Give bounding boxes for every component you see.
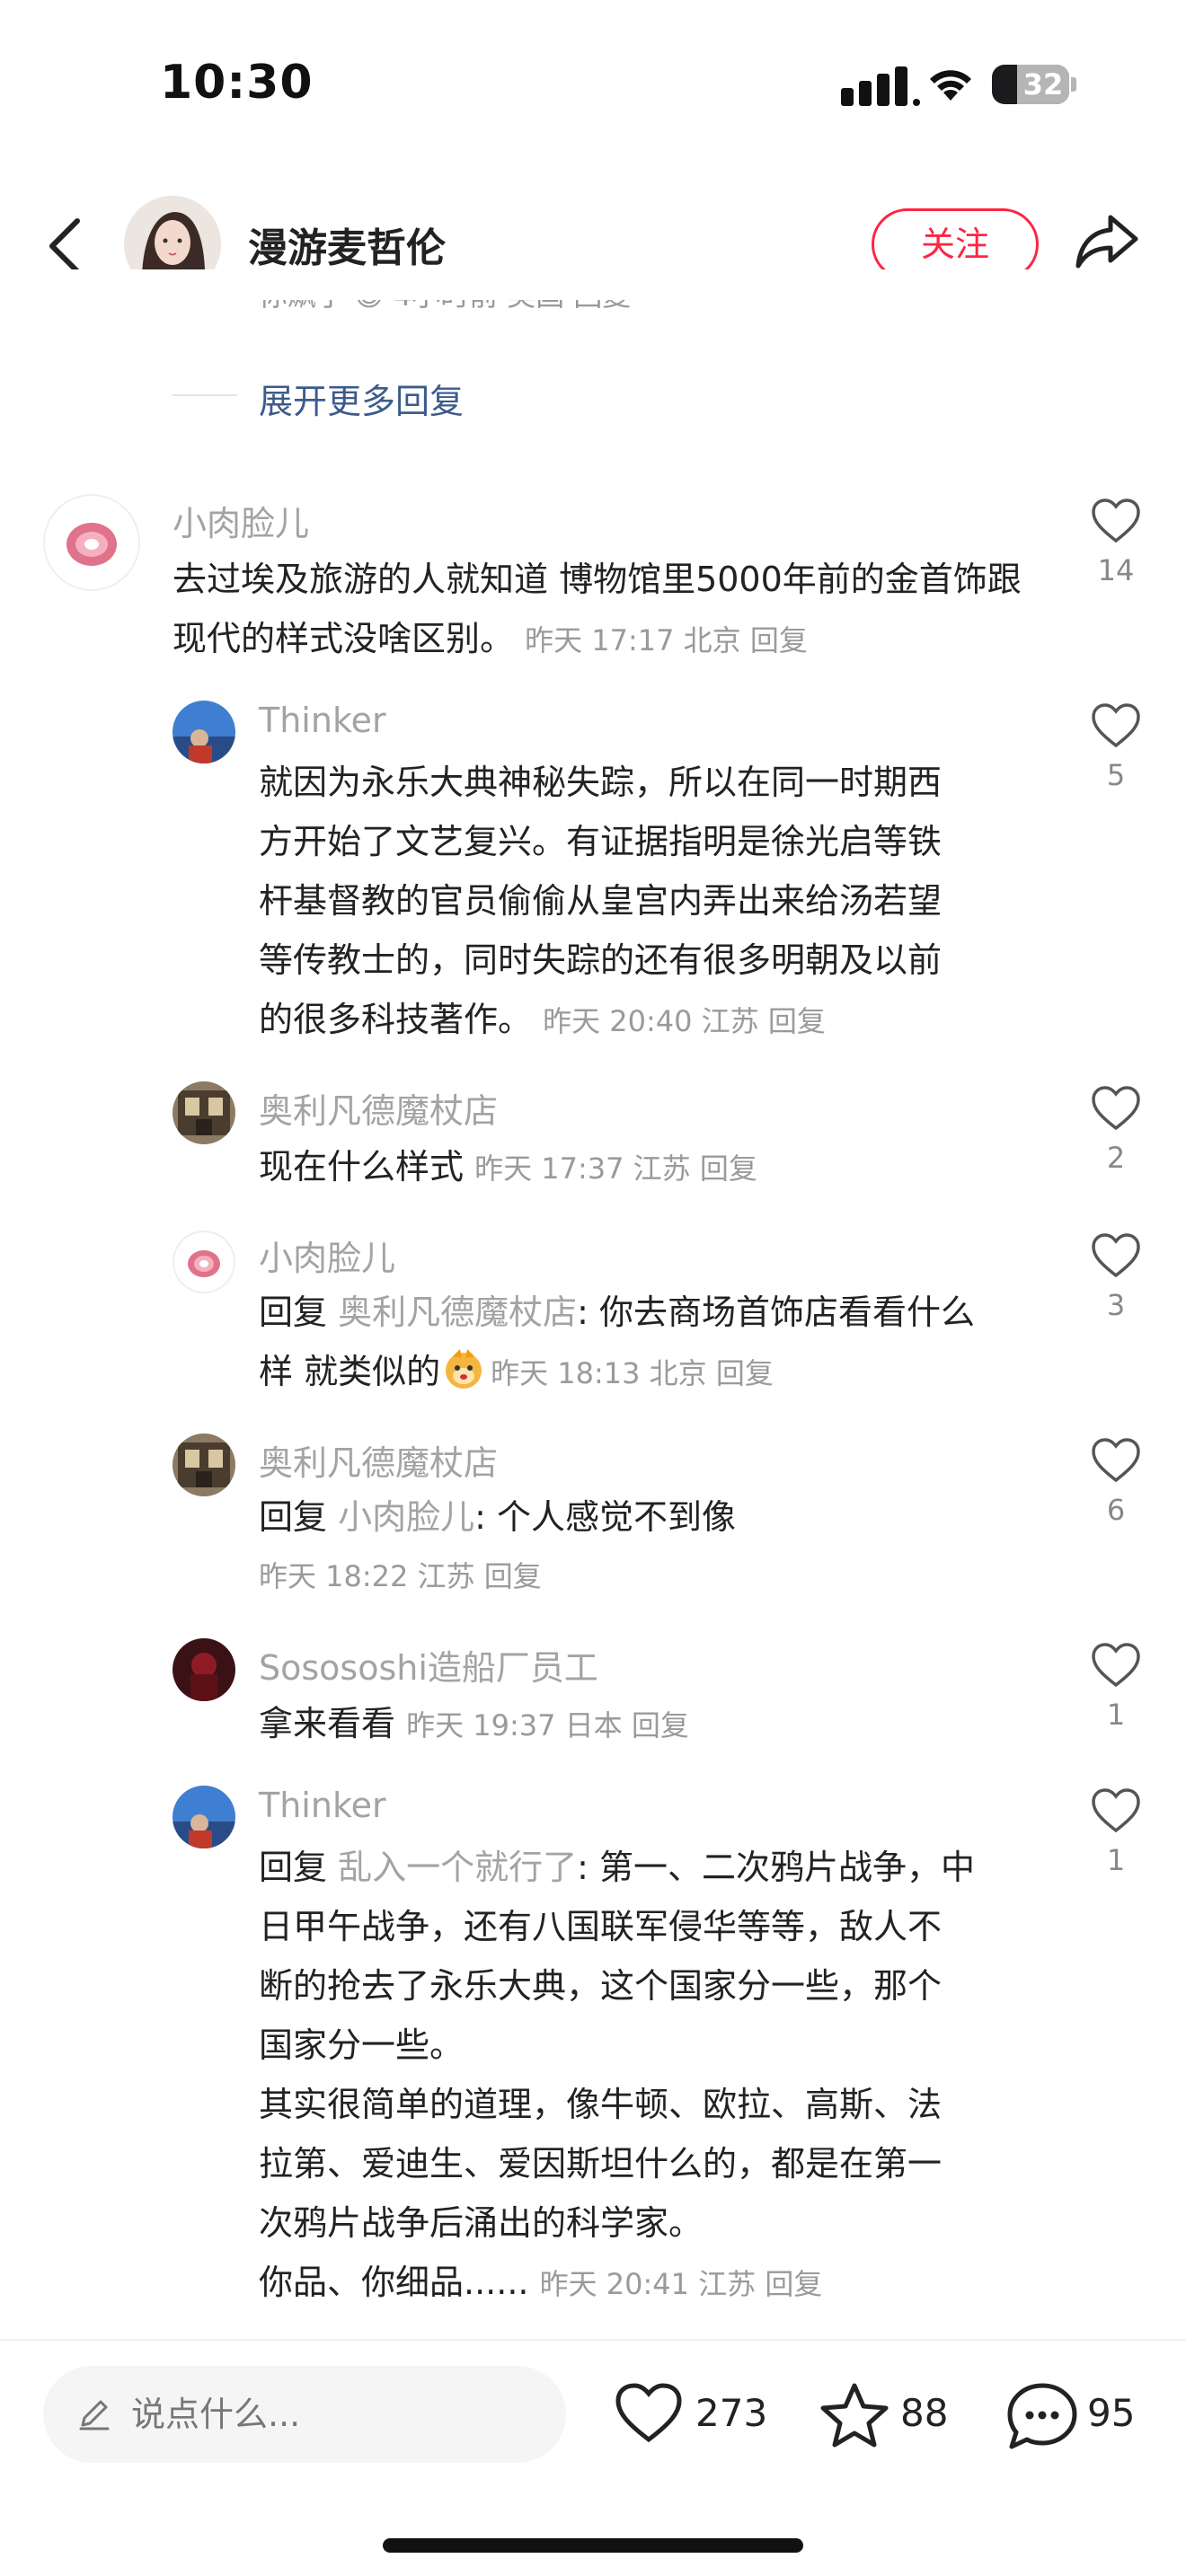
reply-body: 拿来看看 昨天 19:37 日本 回复 (259, 1694, 1049, 1755)
reply-line: 等传教士的，同时失踪的还有很多明朝及以前 (259, 940, 943, 980)
reply-line: 样 就类似的 (259, 1352, 441, 1391)
like-count: 3 (1106, 1288, 1126, 1322)
battery-icon: 32 (992, 65, 1069, 104)
like-control[interactable]: 2 (1089, 1085, 1143, 1175)
like-count: 6 (1106, 1493, 1126, 1527)
reply-author[interactable]: 小肉脸儿 (259, 1231, 395, 1280)
wifi-icon (930, 70, 971, 101)
avatar[interactable] (173, 1081, 235, 1144)
heart-icon[interactable] (1091, 702, 1141, 749)
avatar[interactable] (173, 1434, 235, 1496)
reply-prefix: 回复 (259, 1292, 339, 1332)
reply-line: 就因为永乐大典神秘失踪，所以在同一时期西 (259, 763, 943, 802)
reply-body: 现在什么样式 昨天 17:37 江苏 回复 (259, 1137, 1049, 1198)
reply-author[interactable]: 奥利凡德魔杖店 (259, 1435, 498, 1485)
expand-more-replies[interactable]: 展开更多回复 (259, 374, 464, 423)
like-control[interactable]: 6 (1089, 1437, 1143, 1527)
reply-meta[interactable]: 昨天 17:37 江苏 回复 (474, 1151, 757, 1186)
reply-line: 国家分一些。 (259, 2025, 465, 2065)
reply-line: 次鸦片战争后涌出的科学家。 (259, 2203, 704, 2243)
heart-icon[interactable] (1091, 498, 1141, 544)
expand-divider (173, 394, 237, 396)
reply-body: 回复 奥利凡德魔杖店: 你去商场首饰店看看什么 样 就类似的 昨天 18:13 北… (259, 1283, 1049, 1403)
like-total: 273 (695, 2391, 768, 2435)
comment-button[interactable]: 95 (1006, 2382, 1150, 2450)
like-control[interactable]: 5 (1089, 702, 1143, 792)
reply-line: 方开始了文艺复兴。有证据指明是徐光启等铁 (259, 822, 943, 861)
reply-line: : 你去商场首饰店看看什么 (577, 1292, 975, 1332)
heart-icon[interactable] (1091, 1232, 1141, 1279)
reply-author[interactable]: Sosososhi造船厂员工 (259, 1640, 598, 1689)
heart-icon[interactable] (1091, 1437, 1141, 1484)
like-count: 2 (1106, 1141, 1126, 1175)
reply-mention[interactable]: 小肉脸儿 (338, 1497, 474, 1537)
comment-total: 95 (1087, 2391, 1136, 2435)
heart-icon[interactable] (615, 2382, 683, 2445)
comment-author[interactable]: 小肉脸儿 (173, 496, 309, 545)
emoji-icon (446, 1349, 482, 1389)
heart-icon[interactable] (1091, 1787, 1141, 1834)
like-count: 5 (1106, 758, 1126, 792)
reply-text: : 个人感觉不到像 (474, 1497, 736, 1537)
signal-icon (841, 65, 920, 106)
avatar[interactable] (173, 701, 235, 763)
bottom-divider (0, 2339, 1186, 2341)
reply-line: 其实很简单的道理，像牛顿、欧拉、高斯、法 (259, 2085, 943, 2124)
like-count: 1 (1106, 1698, 1126, 1732)
reply-prefix: 回复 (259, 1848, 339, 1887)
home-indicator[interactable] (383, 2538, 803, 2553)
reply-body: 就因为永乐大典神秘失踪，所以在同一时期西 方开始了文艺复兴。有证据指明是徐光启等… (259, 753, 1049, 1051)
collect-total: 88 (900, 2391, 949, 2435)
like-post-button[interactable]: 273 (615, 2382, 776, 2447)
reply-line: 断的抢去了永乐大典，这个国家分一些，那个 (259, 1966, 943, 2006)
heart-icon[interactable] (1091, 1085, 1141, 1132)
reply-meta[interactable]: 昨天 20:40 江苏 回复 (543, 1004, 826, 1038)
reply-mention[interactable]: 乱入一个就行了 (338, 1848, 577, 1887)
share-icon[interactable] (1075, 212, 1139, 271)
reply-line: 拉第、爱迪生、爱因斯坦什么的，都是在第一 (259, 2144, 943, 2183)
battery-cap (1071, 77, 1076, 92)
like-control[interactable]: 14 (1089, 498, 1143, 587)
reply-author[interactable]: Thinker (259, 1786, 386, 1825)
comment-input[interactable]: 说点什么... (43, 2366, 566, 2463)
reply-meta[interactable]: 昨天 19:37 日本 回复 (406, 1708, 689, 1742)
star-icon[interactable] (819, 2382, 890, 2448)
avatar[interactable] (43, 494, 140, 591)
reply-text: 现在什么样式 (259, 1147, 465, 1187)
author-name[interactable]: 漫游麦哲伦 (248, 216, 446, 273)
comment-bubble-icon[interactable] (1006, 2382, 1078, 2450)
reply-body: 回复 乱入一个就行了: 第一、二次鸦片战争，中 日甲午战争，还有八国联军侵华等等… (259, 1838, 1049, 2314)
like-control[interactable]: 1 (1089, 1787, 1143, 1877)
collect-button[interactable]: 88 (819, 2382, 963, 2448)
reply-mention[interactable]: 奥利凡德魔杖店 (338, 1292, 577, 1332)
like-count: 14 (1097, 553, 1135, 587)
avatar[interactable] (173, 1638, 235, 1701)
reply-prefix: 回复 (259, 1497, 339, 1537)
reply-author[interactable]: Thinker (259, 701, 386, 740)
comment-meta[interactable]: 昨天 17:17 北京 回复 (525, 623, 808, 657)
reply-line: 杆基督教的官员偷偷从皇宫内弄出来给汤若望 (259, 881, 943, 921)
reply-meta[interactable]: 昨天 18:22 江苏 回复 (259, 1547, 1049, 1606)
comment-body: 去过埃及旅游的人就知道 博物馆里5000年前的金首饰跟现代的样式没啥区别。 昨天… (173, 550, 1053, 670)
reply-line: : 第一、二次鸦片战争，中 (577, 1848, 975, 1887)
reply-author[interactable]: 奥利凡德魔杖店 (259, 1083, 498, 1133)
like-control[interactable]: 1 (1089, 1642, 1143, 1732)
back-arrow-icon[interactable] (45, 216, 86, 277)
reply-meta[interactable]: 昨天 18:13 北京 回复 (491, 1356, 774, 1390)
avatar[interactable] (173, 1231, 235, 1293)
reply-line: 的很多科技著作。 (259, 1000, 533, 1039)
reply-body: 回复 小肉脸儿: 个人感觉不到像 昨天 18:22 江苏 回复 (259, 1487, 1049, 1606)
like-control[interactable]: 3 (1089, 1232, 1143, 1322)
reply-meta[interactable]: 昨天 20:41 江苏 回复 (540, 2267, 823, 2301)
reply-line: 日甲午战争，还有八国联军侵华等等，敌人不 (259, 1907, 943, 1946)
reply-line: 你品、你细品...... (259, 2263, 529, 2302)
status-time: 10:30 (160, 56, 314, 110)
heart-icon[interactable] (1091, 1642, 1141, 1689)
input-placeholder: 说点什么... (131, 2395, 301, 2434)
like-count: 1 (1106, 1843, 1126, 1877)
pencil-icon (79, 2400, 110, 2430)
reply-text: 拿来看看 (259, 1704, 396, 1743)
avatar[interactable] (173, 1786, 235, 1848)
